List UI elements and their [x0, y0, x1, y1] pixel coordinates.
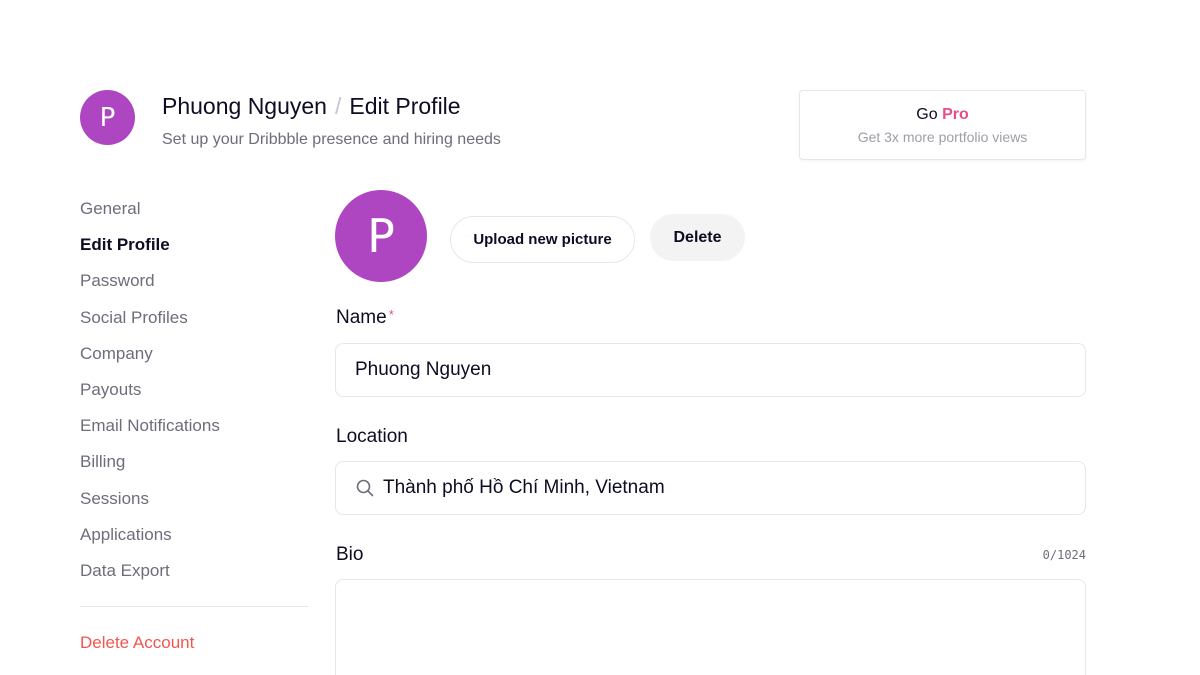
name-input-value: Phuong Nguyen — [355, 359, 492, 380]
header-page-name: Edit Profile — [349, 93, 461, 119]
sidebar-item-payouts[interactable]: Payouts — [80, 378, 308, 414]
sidebar-item-data-export[interactable]: Data Export — [80, 559, 308, 595]
sidebar-item-general[interactable]: General — [80, 197, 308, 233]
name-input[interactable]: Phuong Nguyen — [335, 343, 1086, 397]
sidebar-divider — [80, 606, 308, 607]
name-label-text: Name — [336, 307, 387, 328]
sidebar-item-edit-profile[interactable]: Edit Profile — [80, 233, 308, 269]
sidebar-item-password[interactable]: Password — [80, 269, 308, 305]
title-separator: / — [334, 93, 342, 119]
bio-textarea[interactable] — [335, 579, 1086, 675]
required-mark: * — [388, 307, 394, 322]
go-pro-highlight: Pro — [942, 105, 969, 123]
sidebar-item-sessions[interactable]: Sessions — [80, 487, 308, 523]
bio-label: Bio — [336, 544, 364, 565]
page-subtitle: Set up your Dribbble presence and hiring… — [162, 131, 501, 148]
sidebar-item-billing[interactable]: Billing — [80, 450, 308, 486]
sidebar-item-social-profiles[interactable]: Social Profiles — [80, 306, 308, 342]
go-pro-subtitle: Get 3x more portfolio views — [857, 128, 1028, 145]
delete-account-link[interactable]: Delete Account — [80, 633, 194, 653]
profile-avatar: P — [335, 190, 427, 282]
location-input[interactable]: Thành phố Hồ Chí Minh, Vietnam — [335, 461, 1086, 515]
sidebar-item-company[interactable]: Company — [80, 342, 308, 378]
name-label: Name * — [336, 307, 394, 329]
search-icon — [356, 479, 374, 497]
sidebar-item-email-notifications[interactable]: Email Notifications — [80, 414, 308, 450]
sidebar-item-applications[interactable]: Applications — [80, 523, 308, 559]
go-pro-card[interactable]: Go Pro Get 3x more portfolio views — [799, 90, 1086, 160]
go-pro-prefix: Go — [916, 105, 938, 123]
go-pro-title: Go Pro — [916, 106, 968, 124]
page-title: Phuong Nguyen / Edit Profile — [162, 93, 461, 120]
bio-character-counter: 0/1024 — [1042, 548, 1086, 562]
upload-picture-button[interactable]: Upload new picture — [450, 216, 635, 263]
header-user-name: Phuong Nguyen — [162, 93, 327, 119]
settings-sidebar: General Edit Profile Password Social Pro… — [80, 197, 308, 595]
delete-picture-button[interactable]: Delete — [650, 214, 745, 261]
location-input-value: Thành phố Hồ Chí Minh, Vietnam — [383, 477, 665, 498]
header-avatar: P — [80, 90, 135, 145]
location-label: Location — [336, 426, 408, 447]
